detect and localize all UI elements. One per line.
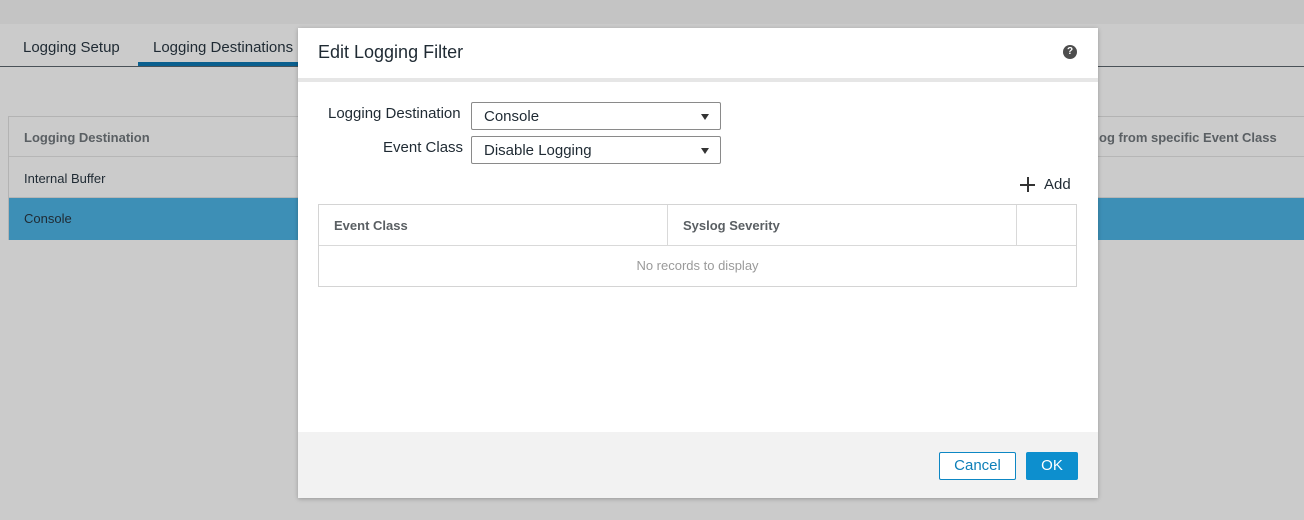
row-label: Internal Buffer <box>24 171 106 186</box>
column-header-event-class[interactable]: Event Class <box>319 205 668 245</box>
dialog-footer: Cancel OK <box>298 432 1098 498</box>
logging-destination-select[interactable]: Console <box>471 102 721 130</box>
column-header-event-class[interactable]: og from specific Event Class <box>1099 130 1277 145</box>
tab-logging-setup[interactable]: Logging Setup <box>23 39 120 56</box>
event-class-table-header: Event Class Syslog Severity <box>319 205 1076 246</box>
add-label: Add <box>1044 176 1071 193</box>
column-header-logging-destination[interactable]: Logging Destination <box>24 130 150 145</box>
logging-destination-value: Console <box>484 108 540 125</box>
logging-destination-label: Logging Destination <box>328 105 461 122</box>
event-class-select[interactable]: Disable Logging <box>471 136 721 164</box>
dialog-title: Edit Logging Filter <box>318 42 464 62</box>
row-label: Console <box>24 211 72 226</box>
header-divider <box>298 78 1098 82</box>
active-tab-indicator <box>138 62 308 66</box>
tab-logging-destinations[interactable]: Logging Destinations <box>153 39 293 56</box>
dialog-header: Edit Logging Filter ? <box>298 28 1098 78</box>
event-class-label: Event Class <box>383 139 464 156</box>
cancel-button[interactable]: Cancel <box>939 452 1016 480</box>
ok-button[interactable]: OK <box>1026 452 1078 480</box>
column-header-syslog-severity[interactable]: Syslog Severity <box>668 205 1017 245</box>
chevron-down-icon <box>701 148 709 154</box>
event-class-value: Disable Logging <box>484 142 592 159</box>
top-band <box>0 0 1304 24</box>
plus-icon <box>1020 177 1035 192</box>
empty-table-message: No records to display <box>636 258 759 273</box>
column-header-actions <box>1017 205 1076 245</box>
chevron-down-icon <box>701 114 709 120</box>
help-icon[interactable]: ? <box>1063 45 1077 59</box>
edit-logging-filter-dialog: Edit Logging Filter ? Logging Destinatio… <box>298 28 1098 498</box>
event-class-table: Event Class Syslog Severity No records t… <box>318 204 1077 287</box>
